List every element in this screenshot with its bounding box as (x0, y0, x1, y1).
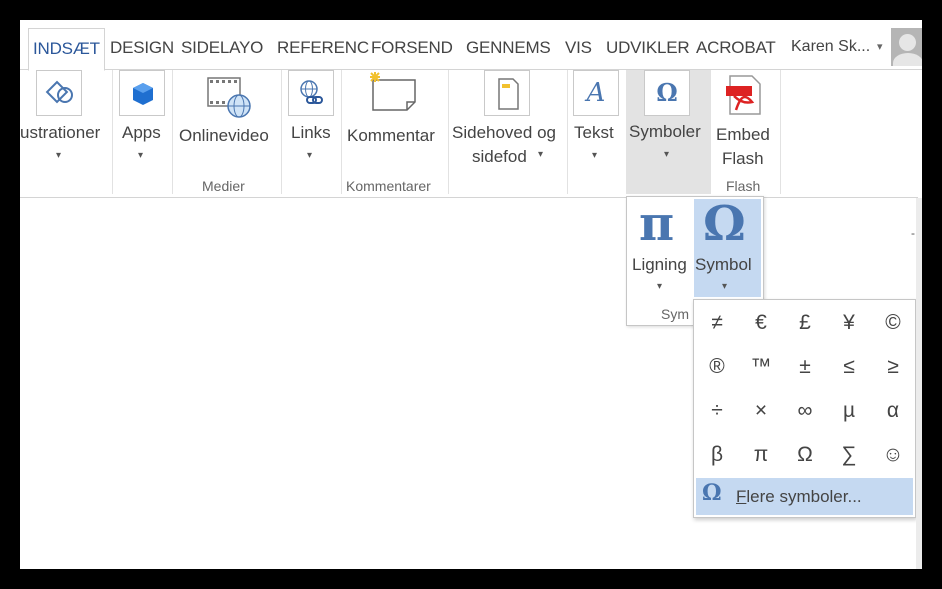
symbol-cell[interactable]: × (739, 389, 783, 433)
symbol-cell[interactable]: α (871, 389, 915, 433)
scrollbar-edge[interactable] (916, 198, 922, 569)
symbols-button[interactable]: Ω Symboler ▾ (626, 70, 710, 194)
more-symbols-label: Flere symboler... (736, 487, 862, 506)
tab-insert[interactable]: INDSÆT (28, 28, 105, 71)
film-globe-icon (206, 74, 254, 125)
apps-button[interactable]: Apps ▾ (116, 70, 170, 194)
symbol-cell[interactable]: ÷ (695, 389, 739, 433)
symbol-cell[interactable]: ± (783, 345, 827, 389)
symbol-cell[interactable]: π (739, 433, 783, 477)
collapse-ribbon-icon[interactable]: - (911, 226, 915, 240)
tab-view[interactable]: VIS (565, 38, 592, 58)
symbol-cell[interactable]: £ (783, 301, 827, 345)
symbol-cell[interactable]: ™ (739, 345, 783, 389)
chevron-down-icon: ▾ (138, 150, 144, 161)
tab-design[interactable]: DESIGN (110, 38, 174, 58)
symbol-cell[interactable]: ☺ (871, 433, 915, 477)
chevron-down-icon: ▾ (657, 281, 663, 292)
user-name[interactable]: Karen Sk... (791, 38, 870, 56)
illustrations-button[interactable]: ustrationer ▾ (20, 70, 110, 194)
ribbon-insert-panel: ustrationer ▾ Apps ▾ Onlinevideo Medier (20, 70, 918, 240)
symbol-cell[interactable]: ® (695, 345, 739, 389)
pi-icon: π (639, 196, 675, 252)
embed-flash-button[interactable]: Embed Flash (712, 70, 778, 170)
more-symbols-button[interactable]: Ω Flere symboler... (696, 478, 913, 515)
chevron-down-icon: ▾ (722, 281, 728, 292)
comment-icon (367, 70, 419, 121)
symbol-cell[interactable]: € (739, 301, 783, 345)
chevron-down-icon: ▾ (664, 149, 670, 160)
symbol-cell[interactable]: ≤ (827, 345, 871, 389)
omega-icon: Ω (702, 480, 722, 506)
tab-acrobat[interactable]: ACROBAT (696, 38, 776, 58)
avatar[interactable] (891, 28, 922, 66)
symbol-cell[interactable]: ≥ (871, 345, 915, 389)
user-caret-icon[interactable]: ▾ (877, 40, 883, 53)
group-label-media: Medier (202, 178, 245, 194)
equation-button[interactable]: π Ligning ▾ (627, 197, 694, 297)
chevron-down-icon: ▾ (538, 149, 544, 160)
chevron-down-icon: ▾ (592, 150, 598, 161)
symbol-gallery: ≠ € £ ¥ © ® ™ ± ≤ ≥ ÷ × ∞ µ α β π Ω ∑ ☺ Ω Flere symboler... (693, 299, 916, 518)
symbol-cell[interactable]: β (695, 433, 739, 477)
online-video-button[interactable]: Onlinevideo (176, 70, 280, 170)
symbol-cell[interactable]: ¥ (827, 301, 871, 345)
page-icon (484, 70, 530, 116)
globe-link-icon (288, 70, 334, 116)
text-a-icon: A (573, 70, 619, 116)
tab-review[interactable]: GENNEMS (466, 38, 551, 58)
group-label-flash: Flash (726, 178, 761, 194)
shapes-icon (36, 70, 82, 116)
symbol-button[interactable]: Ω Symbol ▾ (694, 197, 761, 297)
symbol-cell[interactable]: µ (827, 389, 871, 433)
omega-icon: Ω (644, 70, 690, 116)
comment-button[interactable]: Kommentar (345, 70, 445, 170)
links-button[interactable]: Links ▾ (285, 70, 339, 194)
tab-page-layout[interactable]: SIDELAYO (181, 38, 263, 58)
word-window: INDSÆT DESIGN SIDELAYO REFERENC FORSEND … (20, 20, 922, 569)
symbol-cell[interactable]: ≠ (695, 301, 739, 345)
tab-developer[interactable]: UDVIKLER (606, 38, 690, 58)
symbol-cell[interactable]: ∑ (827, 433, 871, 477)
tab-mailings[interactable]: FORSEND (371, 38, 453, 58)
symbol-cell[interactable]: Ω (783, 433, 827, 477)
pdf-flash-icon (722, 72, 766, 123)
group-label-comments: Kommentarer (346, 178, 431, 194)
symbol-cell[interactable]: ∞ (783, 389, 827, 433)
chevron-down-icon: ▾ (56, 150, 62, 161)
ribbon-tabs: INDSÆT DESIGN SIDELAYO REFERENC FORSEND … (20, 20, 922, 71)
chevron-down-icon: ▾ (307, 150, 313, 161)
apps-cube-icon (119, 70, 165, 116)
omega-icon: Ω (703, 196, 746, 252)
tab-references[interactable]: REFERENC (277, 38, 369, 58)
text-button[interactable]: A Tekst ▾ (570, 70, 624, 194)
group-label-symbols: Sym (661, 306, 689, 322)
symbol-cell[interactable]: © (871, 301, 915, 345)
header-footer-button[interactable]: Sidehoved og sidefod ▾ (450, 70, 566, 194)
